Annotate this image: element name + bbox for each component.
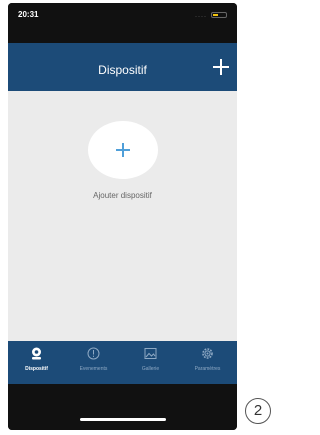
tab-bar: Dispositif Evenements Gallerie Paramètre… [8, 341, 237, 384]
status-time: 20:31 [18, 10, 39, 19]
device-list-area: Ajouter dispositif [8, 91, 237, 341]
page-title: Dispositif [98, 63, 147, 77]
status-bar: 20:31 ···· [8, 3, 237, 43]
add-device-button[interactable] [211, 57, 231, 77]
alert-icon [87, 347, 100, 360]
phone-screen: 20:31 ···· Dispositif Ajouter dispositif… [8, 3, 237, 430]
home-area [8, 384, 237, 430]
tab-parametres[interactable]: Paramètres [179, 341, 236, 384]
tab-label: Gallerie [141, 366, 160, 372]
page-number-badge: 2 [245, 398, 271, 424]
nav-bar: Dispositif [8, 43, 237, 91]
image-icon [144, 348, 157, 359]
plus-icon [116, 143, 130, 157]
battery-icon [211, 12, 227, 18]
tab-gallerie[interactable]: Gallerie [122, 341, 179, 384]
signal-icon: ···· [195, 14, 207, 20]
gear-icon [202, 348, 213, 359]
add-device-label: Ajouter dispositif [93, 191, 152, 200]
tab-dispositif[interactable]: Dispositif [8, 341, 65, 384]
tab-label: Dispositif [25, 366, 48, 372]
tab-evenements[interactable]: Evenements [65, 341, 122, 384]
camera-icon [32, 347, 41, 360]
home-indicator[interactable] [80, 418, 166, 421]
add-device-circle-button[interactable] [88, 121, 158, 179]
tab-label: Paramètres [194, 366, 221, 372]
tab-label: Evenements [79, 366, 108, 372]
